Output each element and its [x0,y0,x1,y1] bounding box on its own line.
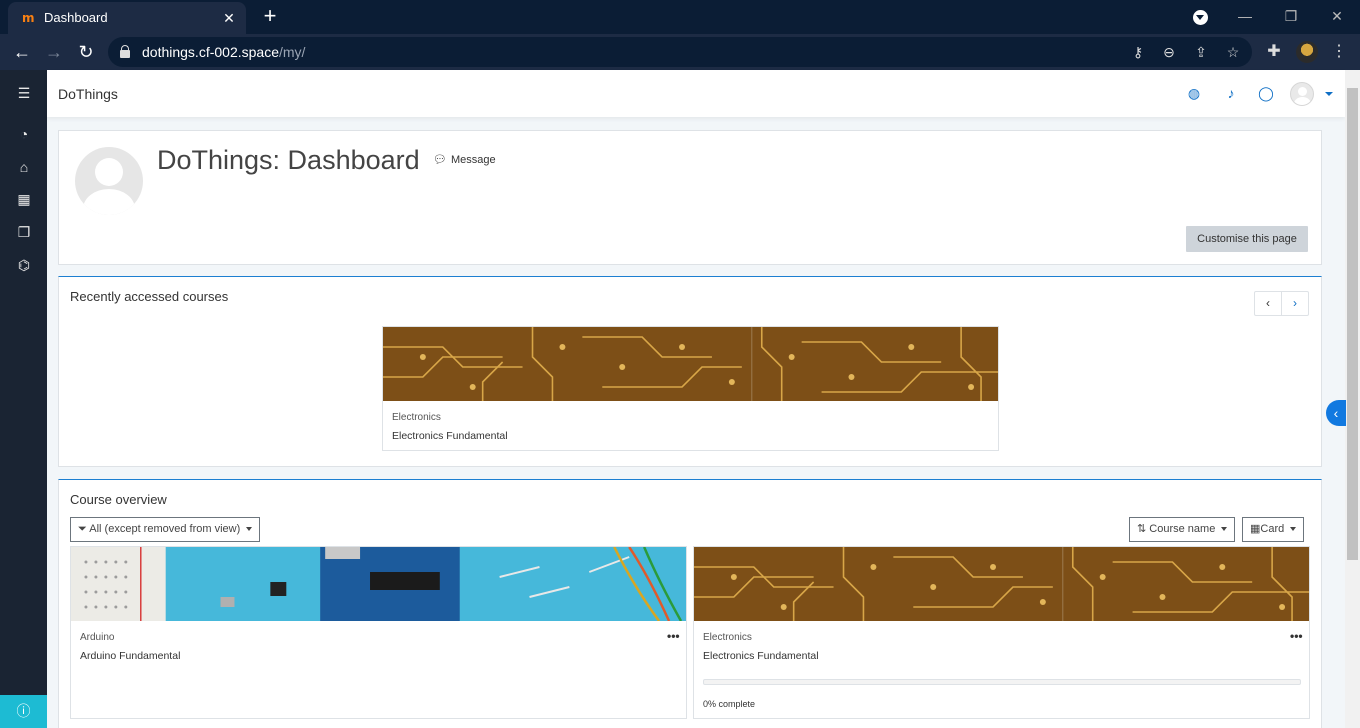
course-overview-title: Course overview [70,492,167,507]
page-title: DoThings: Dashboard [157,145,420,175]
calendar-icon[interactable]: ▦ [13,188,35,210]
key-icon[interactable]: ⚷ [1128,42,1148,62]
home-icon[interactable]: ⌂ [13,156,35,178]
menu-icon[interactable]: ☰ [13,82,35,104]
course-image-pcb [383,327,998,401]
zoom-out-icon[interactable]: ⊖ [1159,42,1179,62]
top-navbar: DoThings ◍ ♪ ◯ [47,70,1345,117]
info-icon[interactable]: ⓘ [0,695,47,728]
courses-icon[interactable]: ⌬ [13,254,35,276]
files-icon[interactable]: ❐ [13,221,35,243]
course-card-arduino[interactable]: Arduino Arduino Fundamental ••• [70,546,687,719]
minimize-icon[interactable]: — [1225,4,1265,28]
filter-icon: ⏷ [78,523,87,535]
speech-bubble-icon: 💬︎ [433,154,447,166]
customise-page-button[interactable]: Customise this page [1186,226,1308,252]
chrome-profile-avatar[interactable] [1296,41,1318,63]
globe-icon[interactable]: ◍ [1183,82,1205,104]
tab-search-icon[interactable] [1193,10,1208,25]
filter-dropdown[interactable]: ⏷ All (except removed from view) [70,517,261,542]
moodle-favicon-icon: m [22,11,35,25]
course-progress-bar [703,679,1301,685]
course-actions-menu-icon[interactable]: ••• [1290,629,1303,643]
browser-toolbar: ← → ↻ dothings.cf-002.space/my/ ⚷ ⊖ ⇪ ☆ … [0,34,1360,70]
prev-page-button[interactable]: ‹ [1254,291,1282,316]
chrome-menu-icon[interactable]: ⋮ [1327,40,1351,64]
left-navigation: ☰ ◔ ⌂ ▦ ❐ ⌬ [0,70,47,728]
bell-icon[interactable]: ♪ [1220,82,1242,104]
browser-tab-bar: m Dashboard ✕ + — ❐ ✕ [0,0,1360,34]
tab-close-icon[interactable]: ✕ [218,7,240,29]
recently-accessed-block: Recently accessed courses ‹ › Electronic… [58,276,1322,467]
message-link[interactable]: 💬︎ Message [433,153,496,166]
recent-courses-title: Recently accessed courses [70,289,229,304]
course-name[interactable]: Arduino Fundamental [80,650,180,662]
user-menu-caret-icon[interactable] [1325,92,1333,96]
url-text[interactable]: dothings.cf-002.space/my/ [142,44,305,60]
dashboard-icon[interactable]: ◔ [13,123,35,145]
course-card-electronics[interactable]: Electronics Electronics Fundamental ••• … [693,546,1310,719]
block-drawer-toggle-icon[interactable]: ‹ [1326,400,1346,426]
chevron-down-icon [246,527,253,532]
recent-course-card[interactable]: Electronics Electronics Fundamental [382,326,999,451]
chevron-down-icon [1221,527,1228,532]
course-actions-menu-icon[interactable]: ••• [667,629,680,643]
user-avatar[interactable] [1290,82,1314,106]
course-overview-block: Course overview ⏷ All (except removed fr… [58,479,1322,728]
restore-icon[interactable]: ❐ [1271,4,1311,28]
star-icon[interactable]: ☆ [1223,42,1243,62]
reload-icon[interactable]: ↻ [74,40,98,64]
browser-tab-dashboard[interactable]: m Dashboard ✕ [8,2,246,34]
course-category[interactable]: Electronics [392,412,441,423]
chevron-down-icon [1290,527,1297,532]
new-tab-icon[interactable]: + [258,5,282,29]
course-name[interactable]: Electronics Fundamental [392,430,508,442]
course-image-pcb [694,547,1309,621]
profile-picture [75,147,143,215]
view-dropdown[interactable]: ▦Card [1242,517,1305,542]
window-close-icon[interactable]: ✕ [1317,4,1357,28]
grid-icon: ▦ [1250,523,1261,535]
extensions-icon[interactable]: ✚ [1262,40,1286,64]
address-bar[interactable]: dothings.cf-002.space/my/ ⚷ ⊖ ⇪ ☆ [108,37,1252,67]
course-category[interactable]: Electronics [703,632,752,643]
lock-icon[interactable] [120,45,130,58]
course-name[interactable]: Electronics Fundamental [703,650,819,662]
forward-icon[interactable]: → [42,40,66,64]
back-icon[interactable]: ← [10,40,34,64]
tab-title: Dashboard [44,10,108,25]
sort-icon: ⇅ [1137,523,1147,535]
page-scrollbar-thumb[interactable] [1347,88,1358,560]
next-page-button[interactable]: › [1281,291,1309,316]
progress-text: 0% complete [703,699,756,709]
course-category[interactable]: Arduino [80,632,114,643]
page-header-card: DoThings: Dashboard 💬︎ Message Customise … [58,130,1322,265]
course-image-arduino [71,547,686,621]
chat-icon[interactable]: ◯ [1255,82,1277,104]
share-icon[interactable]: ⇪ [1191,42,1211,62]
site-name[interactable]: DoThings [58,86,118,102]
sort-dropdown[interactable]: ⇅ Course name [1129,517,1236,542]
